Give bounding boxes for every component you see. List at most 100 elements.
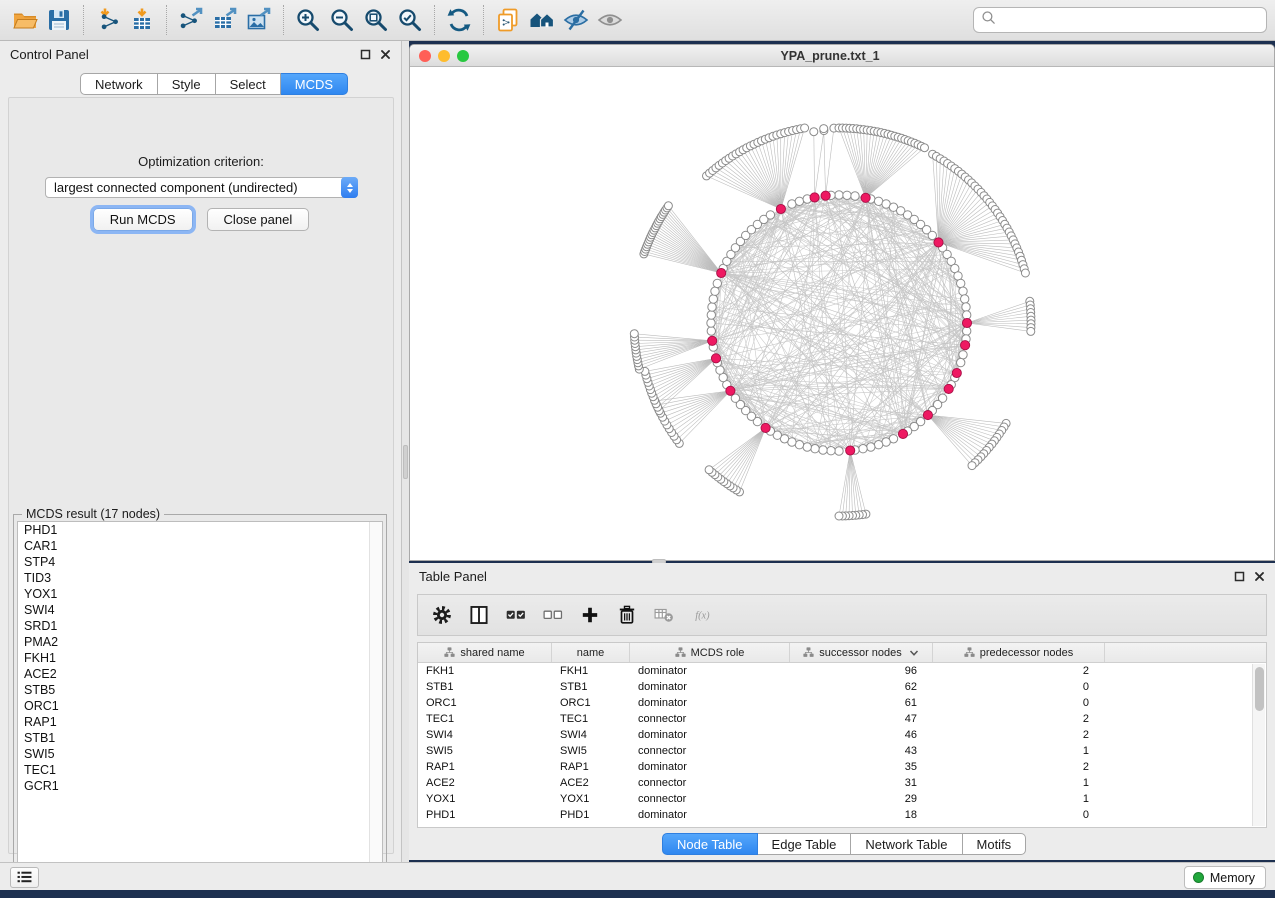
close-icon[interactable] xyxy=(1253,570,1265,582)
cell-successor-nodes[interactable]: 35 xyxy=(790,759,933,775)
mcds-result-item[interactable]: TEC1 xyxy=(18,762,382,778)
cell-name[interactable]: RAP1 xyxy=(552,759,630,775)
tab-network-table[interactable]: Network Table xyxy=(851,833,962,855)
import-network-icon[interactable] xyxy=(91,4,125,36)
table-row[interactable]: RAP1RAP1dominator352 xyxy=(418,759,1266,775)
cell-name[interactable]: FKH1 xyxy=(552,663,630,679)
minimize-traffic-light[interactable] xyxy=(438,50,450,62)
settings-icon[interactable] xyxy=(428,601,456,629)
select-all-icon[interactable] xyxy=(502,601,530,629)
cell-predecessor-nodes[interactable]: 1 xyxy=(933,791,1105,807)
cell-shared-name[interactable]: RAP1 xyxy=(418,759,552,775)
search-box[interactable] xyxy=(973,7,1267,33)
mcds-result-item[interactable]: CAR1 xyxy=(18,538,382,554)
cell-mcds-role[interactable]: dominator xyxy=(630,807,790,823)
cell-name[interactable]: PHD1 xyxy=(552,807,630,823)
task-history-button[interactable] xyxy=(10,867,39,888)
add-icon[interactable] xyxy=(576,601,604,629)
open-icon[interactable] xyxy=(8,4,42,36)
table-row[interactable]: STB1STB1dominator620 xyxy=(418,679,1266,695)
mcds-result-item[interactable]: SWI5 xyxy=(18,746,382,762)
table-scrollbar[interactable] xyxy=(1252,664,1265,826)
table-row[interactable]: YOX1YOX1connector291 xyxy=(418,791,1266,807)
close-traffic-light[interactable] xyxy=(419,50,431,62)
network-window-titlebar[interactable]: YPA_prune.txt_1 xyxy=(410,45,1274,67)
search-input[interactable] xyxy=(997,13,1260,28)
cell-successor-nodes[interactable]: 61 xyxy=(790,695,933,711)
mcds-list-scrollbar[interactable] xyxy=(369,522,382,870)
table-row[interactable]: SWI5SWI5connector431 xyxy=(418,743,1266,759)
cell-mcds-role[interactable]: dominator xyxy=(630,727,790,743)
mcds-result-item[interactable]: RAP1 xyxy=(18,714,382,730)
zoom-fit-icon[interactable] xyxy=(359,4,393,36)
column-header-successor-nodes[interactable]: successor nodes xyxy=(790,643,933,662)
mcds-result-item[interactable]: FKH1 xyxy=(18,650,382,666)
mcds-result-list[interactable]: PHD1CAR1STP4TID3YOX1SWI4SRD1PMA2FKH1ACE2… xyxy=(17,521,383,871)
refresh-icon[interactable] xyxy=(442,4,476,36)
mcds-result-item[interactable]: PMA2 xyxy=(18,634,382,650)
cell-predecessor-nodes[interactable]: 2 xyxy=(933,759,1105,775)
mcds-result-item[interactable]: STP4 xyxy=(18,554,382,570)
network-canvas[interactable] xyxy=(410,67,1274,560)
cell-predecessor-nodes[interactable]: 2 xyxy=(933,711,1105,727)
table-row[interactable]: PHD1PHD1dominator180 xyxy=(418,807,1266,823)
table-scrollbar-thumb[interactable] xyxy=(1255,667,1264,711)
criterion-select[interactable]: largest connected component (undirected) xyxy=(45,177,358,198)
column-header-shared-name[interactable]: shared name xyxy=(418,643,552,662)
tab-style[interactable]: Style xyxy=(158,73,216,95)
cell-shared-name[interactable]: TEC1 xyxy=(418,711,552,727)
memory-button[interactable]: Memory xyxy=(1184,866,1266,889)
column-chooser-icon[interactable] xyxy=(465,601,493,629)
deselect-all-icon[interactable] xyxy=(539,601,567,629)
cell-predecessor-nodes[interactable]: 2 xyxy=(933,663,1105,679)
zoom-out-icon[interactable] xyxy=(325,4,359,36)
tab-network[interactable]: Network xyxy=(80,73,158,95)
mcds-result-item[interactable]: SRD1 xyxy=(18,618,382,634)
cell-successor-nodes[interactable]: 18 xyxy=(790,807,933,823)
cell-predecessor-nodes[interactable]: 2 xyxy=(933,727,1105,743)
close-panel-button[interactable]: Close panel xyxy=(207,208,310,231)
cell-mcds-role[interactable]: connector xyxy=(630,743,790,759)
cell-name[interactable]: ACE2 xyxy=(552,775,630,791)
mcds-result-item[interactable]: STB5 xyxy=(18,682,382,698)
float-icon[interactable] xyxy=(1233,570,1245,582)
cell-successor-nodes[interactable]: 62 xyxy=(790,679,933,695)
table-row[interactable]: ACE2ACE2connector311 xyxy=(418,775,1266,791)
cell-successor-nodes[interactable]: 29 xyxy=(790,791,933,807)
maximize-traffic-light[interactable] xyxy=(457,50,469,62)
cell-name[interactable]: ORC1 xyxy=(552,695,630,711)
cell-name[interactable]: STB1 xyxy=(552,679,630,695)
mcds-result-item[interactable]: ACE2 xyxy=(18,666,382,682)
tab-node-table[interactable]: Node Table xyxy=(662,833,758,855)
mcds-result-item[interactable]: TID3 xyxy=(18,570,382,586)
tab-mcds[interactable]: MCDS xyxy=(281,73,348,95)
mcds-result-item[interactable]: YOX1 xyxy=(18,586,382,602)
cell-successor-nodes[interactable]: 96 xyxy=(790,663,933,679)
cell-name[interactable]: SWI4 xyxy=(552,727,630,743)
splitter-handle[interactable] xyxy=(403,445,408,479)
cell-name[interactable]: TEC1 xyxy=(552,711,630,727)
export-network-icon[interactable] xyxy=(174,4,208,36)
column-header-MCDS-role[interactable]: MCDS role xyxy=(630,643,790,662)
table-row[interactable]: TEC1TEC1connector472 xyxy=(418,711,1266,727)
table-row[interactable]: ORC1ORC1dominator610 xyxy=(418,695,1266,711)
cell-mcds-role[interactable]: connector xyxy=(630,711,790,727)
run-mcds-button[interactable]: Run MCDS xyxy=(93,208,193,231)
cell-mcds-role[interactable]: dominator xyxy=(630,663,790,679)
cell-name[interactable]: YOX1 xyxy=(552,791,630,807)
cell-successor-nodes[interactable]: 47 xyxy=(790,711,933,727)
first-neighbors-icon[interactable] xyxy=(525,4,559,36)
duplicate-network-icon[interactable] xyxy=(491,4,525,36)
cell-shared-name[interactable]: STB1 xyxy=(418,679,552,695)
cell-mcds-role[interactable]: dominator xyxy=(630,679,790,695)
export-table-icon[interactable] xyxy=(208,4,242,36)
show-all-icon[interactable] xyxy=(593,4,627,36)
cell-predecessor-nodes[interactable]: 1 xyxy=(933,743,1105,759)
export-image-icon[interactable] xyxy=(242,4,276,36)
cell-shared-name[interactable]: SWI5 xyxy=(418,743,552,759)
mcds-result-item[interactable]: SWI4 xyxy=(18,602,382,618)
tab-select[interactable]: Select xyxy=(216,73,281,95)
table-row[interactable]: SWI4SWI4dominator462 xyxy=(418,727,1266,743)
table-row[interactable]: FKH1FKH1dominator962 xyxy=(418,663,1266,679)
cell-successor-nodes[interactable]: 43 xyxy=(790,743,933,759)
